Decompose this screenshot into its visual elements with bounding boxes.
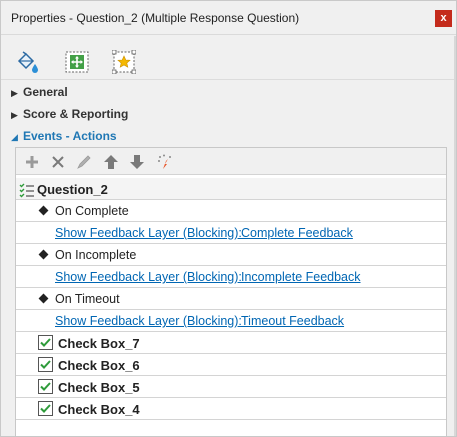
checkbox-row[interactable]: Check Box_4 [16,398,446,420]
checkbox-label: Check Box_5 [58,380,140,395]
checkbox-checked-icon [38,401,53,416]
checkbox-row[interactable]: Check Box_6 [16,354,446,376]
section-score-label: Score & Reporting [23,107,129,121]
action-link[interactable]: Show Feedback Layer (Blocking): [55,270,242,284]
action-row[interactable]: Show Feedback Layer (Blocking): Complete… [16,222,446,244]
event-on-timeout-label: On Timeout [55,292,120,306]
magic-wand-icon[interactable] [156,153,174,171]
add-icon[interactable] [23,153,41,171]
paint-bucket-icon[interactable] [15,50,39,74]
action-link[interactable]: Show Feedback Layer (Blocking): [55,314,242,328]
star-state-icon[interactable] [111,49,137,75]
events-actions-panel: Question_2 On Complete Show Feedback Lay… [15,147,447,437]
expand-arrow-icon: ▶ [11,88,18,98]
property-tabs [1,36,456,80]
event-on-complete-label: On Complete [55,204,129,218]
event-on-incomplete-label: On Incomplete [55,248,137,262]
event-on-incomplete-row[interactable]: On Incomplete [16,244,446,266]
section-general[interactable]: ▶ General [11,85,68,103]
delete-icon[interactable] [49,153,67,171]
checkbox-checked-icon [38,379,53,394]
target-link[interactable]: Timeout Feedback [241,314,344,328]
event-on-complete-row[interactable]: On Complete [16,200,446,222]
tree-root-row[interactable]: Question_2 [16,178,446,200]
checklist-icon [19,183,34,198]
action-row[interactable]: Show Feedback Layer (Blocking): Incomple… [16,266,446,288]
size-position-icon[interactable] [65,50,89,74]
close-button[interactable]: x [435,10,452,27]
collapse-arrow-icon: ◢ [11,132,18,142]
checkbox-row[interactable]: Check Box_7 [16,332,446,354]
events-toolbar [16,148,446,175]
target-link[interactable]: Incomplete Feedback [241,270,361,284]
edit-icon[interactable] [75,153,93,171]
event-on-timeout-row[interactable]: On Timeout [16,288,446,310]
diamond-icon [38,249,49,260]
target-link[interactable]: Complete Feedback [241,226,353,240]
section-events-actions[interactable]: ◢ Events - Actions [11,129,117,147]
title-bar: Properties - Question_2 (Multiple Respon… [1,1,456,35]
checkbox-checked-icon [38,335,53,350]
checkbox-row[interactable]: Check Box_5 [16,376,446,398]
checkbox-label: Check Box_7 [58,336,140,351]
window-title: Properties - Question_2 (Multiple Respon… [11,11,300,25]
section-general-label: General [23,85,68,99]
action-row[interactable]: Show Feedback Layer (Blocking): Timeout … [16,310,446,332]
checkbox-label: Check Box_6 [58,358,140,373]
move-up-icon[interactable] [102,153,120,171]
tree-root-label: Question_2 [37,182,108,197]
action-link[interactable]: Show Feedback Layer (Blocking): [55,226,242,240]
diamond-icon [38,205,49,216]
section-events-label: Events - Actions [23,129,117,143]
checkbox-label: Check Box_4 [58,402,140,417]
section-score-reporting[interactable]: ▶ Score & Reporting [11,107,128,125]
scrollbar-edge [454,36,456,436]
expand-arrow-icon: ▶ [11,110,18,120]
diamond-icon [38,293,49,304]
checkbox-checked-icon [38,357,53,372]
move-down-icon[interactable] [128,153,146,171]
properties-window: Properties - Question_2 (Multiple Respon… [0,0,457,437]
